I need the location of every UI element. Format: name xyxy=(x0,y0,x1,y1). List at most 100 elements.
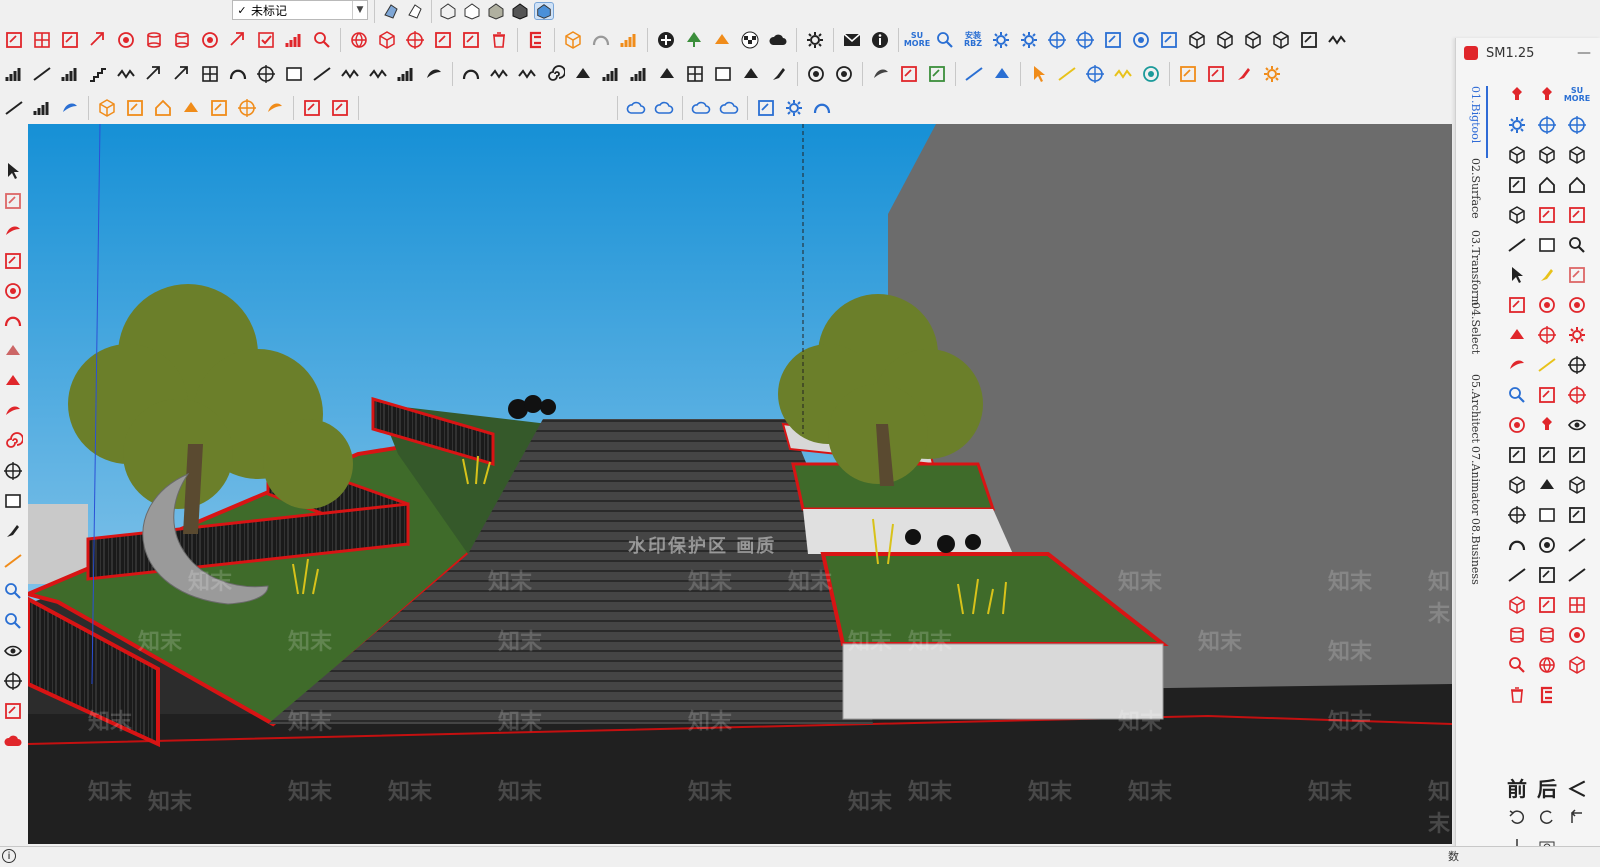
move-red-icon[interactable] xyxy=(1535,323,1559,347)
tape-icon[interactable] xyxy=(2,550,24,572)
export-icon[interactable] xyxy=(459,28,483,52)
zoom-select-icon[interactable] xyxy=(310,28,334,52)
info-icon[interactable]: i xyxy=(2,849,16,863)
house-filled-icon[interactable] xyxy=(1535,173,1559,197)
line-slash-icon[interactable] xyxy=(1565,563,1589,587)
cube-1-icon[interactable] xyxy=(1185,28,1209,52)
cube-2-icon[interactable] xyxy=(1213,28,1237,52)
copy-blue-icon[interactable] xyxy=(1101,28,1125,52)
cursor-icon[interactable] xyxy=(1505,263,1529,287)
shaded-textures-style-icon[interactable] xyxy=(510,2,530,20)
tools-cross-2-icon[interactable] xyxy=(1073,28,1097,52)
cubes-1-icon[interactable] xyxy=(1241,28,1265,52)
upload-icon[interactable] xyxy=(1535,563,1559,587)
spiral-tool-icon[interactable] xyxy=(543,62,567,86)
redo-icon[interactable] xyxy=(1532,805,1562,829)
zoom-red-icon[interactable] xyxy=(1505,653,1529,677)
zoom-small-icon[interactable] xyxy=(1505,383,1529,407)
shape-3d-icon[interactable] xyxy=(1505,473,1529,497)
bar-chart-icon[interactable] xyxy=(58,62,82,86)
cards-3-icon[interactable] xyxy=(1565,443,1589,467)
walk-icon[interactable] xyxy=(2,670,24,692)
sphere-icon[interactable] xyxy=(114,28,138,52)
pushpull-icon[interactable] xyxy=(2,370,24,392)
eye-icon[interactable] xyxy=(2,640,24,662)
rotate-axes-icon[interactable] xyxy=(86,28,110,52)
ramp-orange-icon[interactable] xyxy=(179,96,203,120)
stair-tool-icon[interactable] xyxy=(86,62,110,86)
line-tool-icon[interactable] xyxy=(30,62,54,86)
panel-tab[interactable]: 05.Architect xyxy=(1464,374,1486,446)
sketch-edit-icon[interactable] xyxy=(2,28,26,52)
cards-2-icon[interactable] xyxy=(1535,443,1559,467)
rail-tool-icon[interactable] xyxy=(114,62,138,86)
box-red-icon[interactable] xyxy=(1535,203,1559,227)
section-fill-icon[interactable] xyxy=(2,730,24,752)
tools-icon[interactable] xyxy=(1535,113,1559,137)
broom-tool-icon[interactable] xyxy=(767,62,791,86)
refresh-icon[interactable] xyxy=(589,28,613,52)
rope-icon[interactable] xyxy=(869,62,893,86)
ramp-blue-icon[interactable] xyxy=(990,62,1014,86)
select-dash-icon[interactable] xyxy=(1565,503,1589,527)
arch-tool-icon[interactable] xyxy=(459,62,483,86)
cloud-sync-icon[interactable] xyxy=(717,96,741,120)
zoom-icon[interactable] xyxy=(2,580,24,602)
pie-icon[interactable] xyxy=(2,340,24,362)
section-icon[interactable] xyxy=(2,700,24,722)
axes-circle-icon[interactable] xyxy=(1505,503,1529,527)
sweep-icon[interactable] xyxy=(2,96,26,120)
sweep-red-icon[interactable] xyxy=(1505,593,1529,617)
search-icon[interactable] xyxy=(1565,233,1589,257)
weave-tool-icon[interactable] xyxy=(338,62,362,86)
cubes-icon[interactable] xyxy=(1565,143,1589,167)
ruler-m-icon[interactable] xyxy=(1325,28,1349,52)
box-red-2-icon[interactable] xyxy=(1565,203,1589,227)
ruler-icon[interactable] xyxy=(1505,233,1529,257)
panel-tab[interactable]: 08.Business xyxy=(1464,518,1486,590)
trash-red-icon[interactable] xyxy=(1505,683,1529,707)
cards-icon[interactable] xyxy=(1505,443,1529,467)
folder-icon[interactable] xyxy=(1157,28,1181,52)
compass-tool-icon[interactable] xyxy=(739,62,763,86)
arc-icon[interactable] xyxy=(2,310,24,332)
pin-mark-icon[interactable] xyxy=(198,28,222,52)
mail-icon[interactable] xyxy=(840,28,864,52)
refresh-blue-icon[interactable] xyxy=(810,96,834,120)
branch-tool-icon[interactable] xyxy=(142,62,166,86)
cloud-link-icon[interactable] xyxy=(624,96,648,120)
gear-blue-1-icon[interactable] xyxy=(989,28,1013,52)
bracket-layer-icon[interactable] xyxy=(524,28,548,52)
zoom-ext-icon[interactable] xyxy=(1565,383,1589,407)
stars-icon[interactable] xyxy=(1565,323,1589,347)
cloud-check-icon[interactable] xyxy=(689,96,713,120)
undo-icon[interactable] xyxy=(1502,805,1532,829)
hidden-line-style-icon[interactable] xyxy=(462,2,482,20)
sunset-icon[interactable] xyxy=(710,28,734,52)
paint-bucket-icon[interactable] xyxy=(2,520,24,542)
cubes-2-icon[interactable] xyxy=(1269,28,1293,52)
round-1-icon[interactable] xyxy=(804,62,828,86)
zoom-box-icon[interactable] xyxy=(1535,383,1559,407)
hook-tool-icon[interactable] xyxy=(226,62,250,86)
line-diag-icon[interactable] xyxy=(1565,533,1589,557)
panel-tool-icon[interactable] xyxy=(711,62,735,86)
tools-2-icon[interactable] xyxy=(1565,113,1589,137)
checker-ball-icon[interactable] xyxy=(738,28,762,52)
paint-bucket-icon[interactable] xyxy=(1535,263,1559,287)
axes-icon[interactable] xyxy=(30,96,54,120)
freehand-icon[interactable] xyxy=(2,220,24,242)
follow-icon[interactable] xyxy=(1505,353,1529,377)
box-orange-icon[interactable] xyxy=(123,96,147,120)
xray-style-icon[interactable] xyxy=(381,2,401,20)
slab-tool-icon[interactable] xyxy=(282,62,306,86)
info-icon[interactable] xyxy=(868,28,892,52)
model-viewport[interactable]: 水印保护区 画质 知末 知末 知末 知末 知末 知末 知末 知末 知末 知末 知末 知末 知末 知末 知末知… xyxy=(28,124,1452,844)
orbit-icon[interactable] xyxy=(1505,413,1529,437)
pie-icon[interactable] xyxy=(1505,323,1529,347)
cyl-red-2-icon[interactable] xyxy=(1535,623,1559,647)
install-rbz-icon[interactable]: 安装 RBZ xyxy=(961,28,985,52)
cube-orange-icon[interactable] xyxy=(95,96,119,120)
car-red-icon[interactable] xyxy=(897,62,921,86)
trash-icon[interactable] xyxy=(487,28,511,52)
